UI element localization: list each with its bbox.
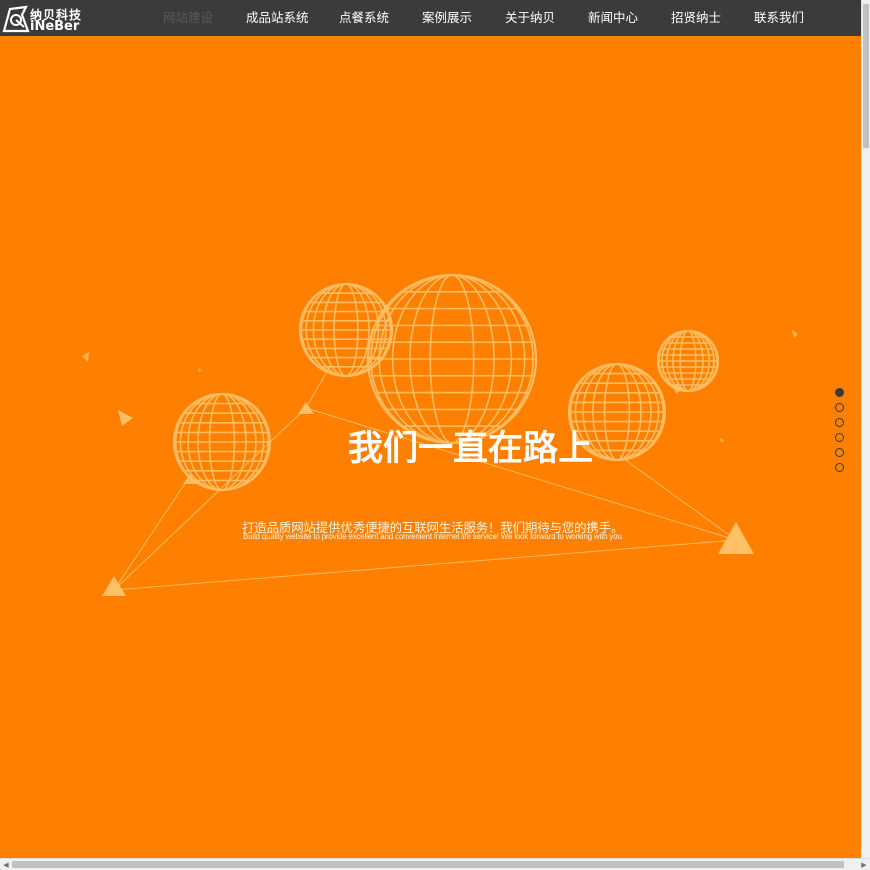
- wireframe-globe-icon: [172, 392, 272, 492]
- vertical-scrollbar[interactable]: [861, 0, 870, 858]
- triangle-shape: [792, 330, 798, 338]
- slide-dot[interactable]: [835, 403, 844, 412]
- logo[interactable]: 纳贝科技 iNeBer: [2, 3, 88, 34]
- wireframe-globe-icon: [298, 282, 394, 378]
- slide-dot[interactable]: [835, 463, 844, 472]
- triangle-shape: [720, 438, 724, 443]
- triangle-shape: [118, 410, 133, 426]
- hero-subtitle-en: Build quality website to provide excelle…: [243, 532, 622, 541]
- scroll-right-arrow-icon[interactable]: ▶: [859, 860, 869, 870]
- logo-mark-icon: [2, 5, 30, 33]
- hero-banner: 我们一直在路上 打造品质网站提供优秀便捷的互联网生活服务！我们期待与您的携手。 …: [0, 36, 862, 858]
- slide-dot[interactable]: [835, 433, 844, 442]
- slide-pagination: [835, 388, 845, 478]
- nav-template-system[interactable]: 成品站系统: [246, 0, 309, 36]
- top-navigation-bar: 纳贝科技 iNeBer 网站建设 成品站系统 点餐系统 案例展示 关于纳贝 新闻…: [0, 0, 862, 36]
- wireframe-globe-icon: [366, 273, 538, 445]
- nav-careers[interactable]: 招贤纳士: [671, 0, 721, 36]
- nav-ordering-system[interactable]: 点餐系统: [339, 0, 389, 36]
- wireframe-globe-icon: [656, 329, 720, 393]
- network-line: [113, 539, 737, 591]
- nav-contact[interactable]: 联系我们: [754, 0, 804, 36]
- triangle-shape: [198, 368, 202, 372]
- triangle-shape: [102, 576, 126, 596]
- horizontal-scroll-thumb[interactable]: [12, 861, 844, 868]
- hero-headline: 我们一直在路上: [348, 429, 594, 469]
- slide-dot[interactable]: [835, 448, 844, 457]
- triangle-shape: [82, 352, 89, 362]
- network-line: [113, 475, 191, 591]
- nav-website-building[interactable]: 网站建设: [163, 0, 213, 36]
- horizontal-scrollbar[interactable]: ◀ ▶: [0, 858, 870, 870]
- network-line: [619, 455, 737, 541]
- vertical-scroll-thumb[interactable]: [863, 4, 869, 148]
- slide-dot[interactable]: [835, 418, 844, 427]
- nav-case-showcase[interactable]: 案例展示: [422, 0, 472, 36]
- triangle-shape: [718, 522, 754, 554]
- triangle-shape: [298, 402, 314, 414]
- logo-text-en: iNeBer: [30, 19, 80, 34]
- scroll-left-arrow-icon[interactable]: ◀: [1, 860, 11, 870]
- nav-news[interactable]: 新闻中心: [588, 0, 638, 36]
- slide-dot[interactable]: [835, 388, 844, 397]
- nav-about[interactable]: 关于纳贝: [505, 0, 555, 36]
